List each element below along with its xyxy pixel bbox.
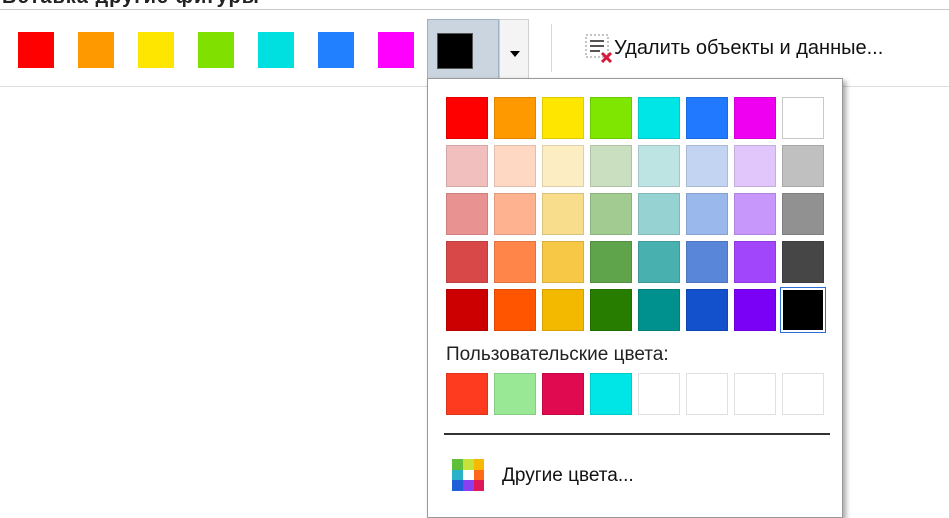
custom-color-cell[interactable] (782, 373, 824, 415)
custom-color-cell[interactable] (494, 373, 536, 415)
quick-color-swatch[interactable] (138, 32, 174, 68)
palette-color-cell[interactable] (686, 289, 728, 331)
palette-color-cell[interactable] (638, 193, 680, 235)
color-picker-popup: Пользовательские цвета: Другие цвета... (427, 78, 843, 518)
palette-color-cell[interactable] (590, 241, 632, 283)
palette-color-cell[interactable] (446, 241, 488, 283)
palette-color-cell[interactable] (446, 289, 488, 331)
custom-colors-label: Пользовательские цвета: (446, 344, 669, 365)
palette-color-cell[interactable] (590, 145, 632, 187)
palette-color-cell[interactable] (542, 289, 584, 331)
palette-color-cell[interactable] (734, 193, 776, 235)
current-color-swatch (437, 33, 473, 69)
custom-color-cell[interactable] (542, 373, 584, 415)
palette-color-cell[interactable] (734, 97, 776, 139)
palette-color-cell[interactable] (686, 193, 728, 235)
more-colors-button[interactable]: Другие цвета... (448, 451, 828, 495)
palette-color-cell[interactable] (590, 193, 632, 235)
palette-color-cell[interactable] (686, 97, 728, 139)
palette-color-cell[interactable] (494, 241, 536, 283)
palette-color-cell[interactable] (638, 97, 680, 139)
delete-objects-button[interactable]: Удалить объекты и данные... (580, 24, 949, 72)
custom-color-cell[interactable] (638, 373, 680, 415)
more-colors-label: Другие цвета... (502, 465, 634, 486)
palette-color-cell[interactable] (638, 145, 680, 187)
palette-color-cell[interactable] (734, 145, 776, 187)
delete-objects-label: Удалить объекты и данные... (614, 37, 884, 59)
custom-color-cell[interactable] (686, 373, 728, 415)
quick-color-swatch[interactable] (258, 32, 294, 68)
palette-color-cell[interactable] (638, 289, 680, 331)
palette-color-cell[interactable] (494, 193, 536, 235)
palette-color-cell[interactable] (686, 241, 728, 283)
quick-color-swatch[interactable] (18, 32, 54, 68)
palette-color-cell[interactable] (446, 97, 488, 139)
window-title-fragment: Вставка другие фигуры (0, 0, 260, 9)
palette-color-cell[interactable] (542, 193, 584, 235)
custom-color-cell[interactable] (734, 373, 776, 415)
toolbar-divider (551, 24, 552, 72)
quick-color-swatch[interactable] (318, 32, 354, 68)
palette-color-cell[interactable] (590, 97, 632, 139)
window-title: Вставка другие фигуры (2, 0, 260, 9)
palette-color-cell[interactable] (734, 241, 776, 283)
color-toolbar: Удалить объекты и данные... (0, 9, 949, 88)
palette-color-cell[interactable] (782, 145, 824, 187)
popup-divider (444, 433, 830, 435)
palette-color-cell[interactable] (734, 289, 776, 331)
palette-color-cell[interactable] (446, 145, 488, 187)
quick-color-swatch[interactable] (78, 32, 114, 68)
custom-color-cell[interactable] (446, 373, 488, 415)
palette-color-cell[interactable] (494, 145, 536, 187)
palette-color-cell[interactable] (686, 145, 728, 187)
delete-list-icon (585, 34, 613, 63)
color-palette-icon (452, 459, 484, 491)
palette-color-cell[interactable] (782, 97, 824, 139)
palette-color-cell[interactable] (542, 145, 584, 187)
palette-color-cell[interactable] (638, 241, 680, 283)
quick-color-swatch[interactable] (198, 32, 234, 68)
palette-color-cell[interactable] (782, 193, 824, 235)
chevron-down-icon (510, 51, 520, 57)
palette-color-cell[interactable] (494, 97, 536, 139)
palette-color-cell[interactable] (782, 241, 824, 283)
custom-color-cell[interactable] (590, 373, 632, 415)
palette-color-cell[interactable] (494, 289, 536, 331)
palette-color-cell[interactable] (590, 289, 632, 331)
palette-color-cell[interactable] (446, 193, 488, 235)
palette-color-cell[interactable] (542, 241, 584, 283)
palette-color-cell[interactable] (780, 287, 826, 333)
palette-color-cell[interactable] (542, 97, 584, 139)
quick-color-swatch[interactable] (378, 32, 414, 68)
